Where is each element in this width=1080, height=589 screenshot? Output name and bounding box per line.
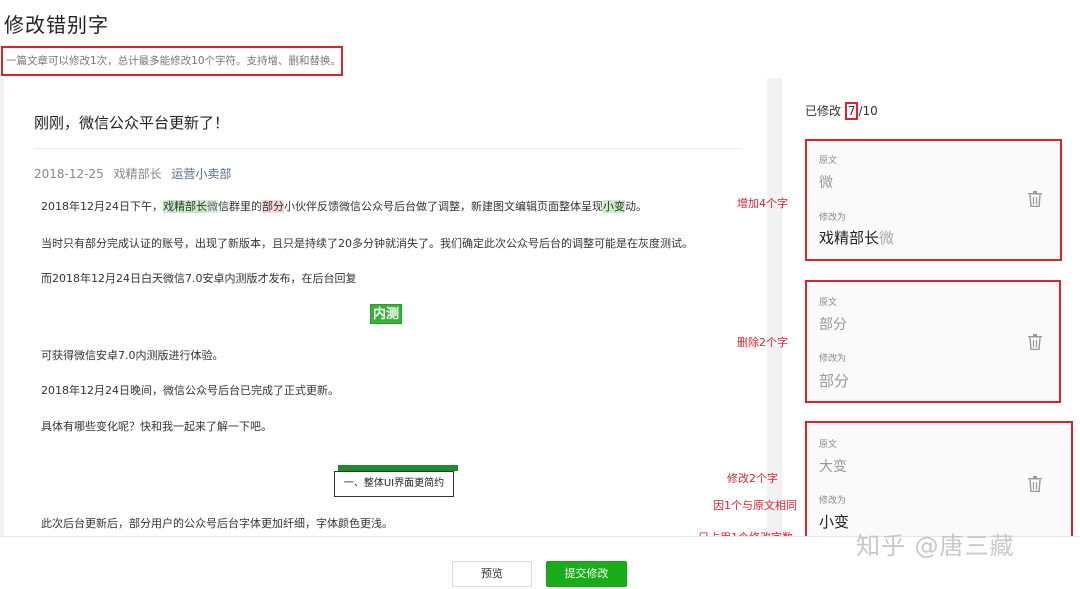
paragraph-2[interactable]: 当时只有部分完成认证的账号，出现了新版本，且只是持续了20多分钟就消失了。我们确… [41,235,693,251]
text-segment: 动。 [625,200,647,213]
paragraph-6[interactable]: 具体有哪些变化呢？快和我一起来了解一下吧。 [41,418,272,434]
replaced-text[interactable]: 小变 [603,200,625,213]
article-title: 刚刚，微信公众平台更新了！ [34,114,230,132]
text-segment: 小伙伴反馈微信公众号后台做了调整，新建图文编辑页面整体呈现 [284,200,603,213]
orig-label: 原文 [819,156,838,166]
new-text: 小变 [819,511,849,532]
paragraph-3[interactable]: 而2018年12月24日白天微信7.0安卓内测版才发布，在后台回复 [41,270,356,286]
new-text-dim: 微 [879,229,895,247]
orig-text: 部分 [819,317,847,333]
new-text-main: 戏精部长 [819,229,880,247]
paragraph-1: 2018年12月24日下午，戏精部长微信群里的部分小伙伴反馈微信公众号后台做了调… [41,198,647,214]
new-text-main: 小 [819,513,835,531]
original-text[interactable]: 微 [207,200,218,213]
orig-text: 微 [819,175,833,191]
article-meta: 2018-12-25 戏精部长 运营小卖部 [34,165,237,182]
trash-icon[interactable] [1028,476,1042,492]
paragraph-4[interactable]: 可获得微信安卓7.0内测版进行体验。 [41,347,224,363]
annotation-replace: 修改2个字 [727,472,778,485]
watermark: 知乎 @唐三藏 [856,532,1015,560]
notice-text: 一篇文章可以修改1次，总计最多能修改10个字符。支持增、删和替换。 [1,46,343,76]
new-label: 修改为 [819,496,847,506]
submit-button[interactable]: 提交修改 [546,561,627,587]
orig-label: 原文 [819,298,838,308]
article-date: 2018-12-25 [34,167,104,181]
orig-text: 大变 [819,459,847,475]
page-header: 修改错别字 一篇文章可以修改1次，总计最多能修改10个字符。支持增、删和替换。 [0,0,1080,78]
deleted-text[interactable]: 部分 [262,200,284,213]
edit-card-2[interactable]: 原文 部分 修改为 部分 [805,280,1061,403]
edit-card-1[interactable]: 原文 微 修改为 戏精部长微 [805,139,1062,261]
new-text: 戏精部长微 [819,227,894,248]
annotation-same: 因1个与原文相同 [713,499,797,512]
new-text-dim: 变 [834,513,850,531]
modified-label: 已修改 [805,104,842,118]
annotation-delete: 删除2个字 [737,336,788,349]
divider [34,148,740,149]
modified-total: /10 [858,104,878,118]
new-label: 修改为 [819,213,847,223]
modified-count-value: 7 [844,102,859,120]
text-segment: 信群里的 [218,200,262,213]
neice-badge: 内测 [370,304,402,324]
inserted-text[interactable]: 戏精部长 [163,200,207,213]
section-heading: 一、整体UI界面更简约 [334,471,454,497]
article-author: 戏精部长 [113,167,162,181]
new-text: 部分 [819,370,849,391]
trash-icon[interactable] [1028,334,1042,350]
modified-count: 已修改 7/10 [805,102,878,120]
edit-card-3[interactable]: 原文 大变 修改为 小变 [805,421,1073,539]
trash-icon[interactable] [1028,191,1042,207]
page-title: 修改错别字 [4,13,109,37]
preview-button[interactable]: 预览 [452,561,532,587]
paragraph-7[interactable]: 此次后台更新后，部分用户的公众号后台字体更加纤细，字体颜色更浅。 [41,515,393,531]
orig-label: 原文 [819,440,838,450]
account-link[interactable]: 运营小卖部 [171,167,231,181]
paragraph-5[interactable]: 2018年12月24日晚间，微信公众号后台已完成了正式更新。 [41,382,339,398]
new-label: 修改为 [819,354,847,364]
annotation-insert: 增加4个字 [737,197,788,210]
text-segment: 2018年12月24日下午， [41,200,163,213]
article-panel: 刚刚，微信公众平台更新了！ 2018-12-25 戏精部长 运营小卖部 2018… [4,78,767,536]
new-text-dim: 部分 [819,372,850,390]
